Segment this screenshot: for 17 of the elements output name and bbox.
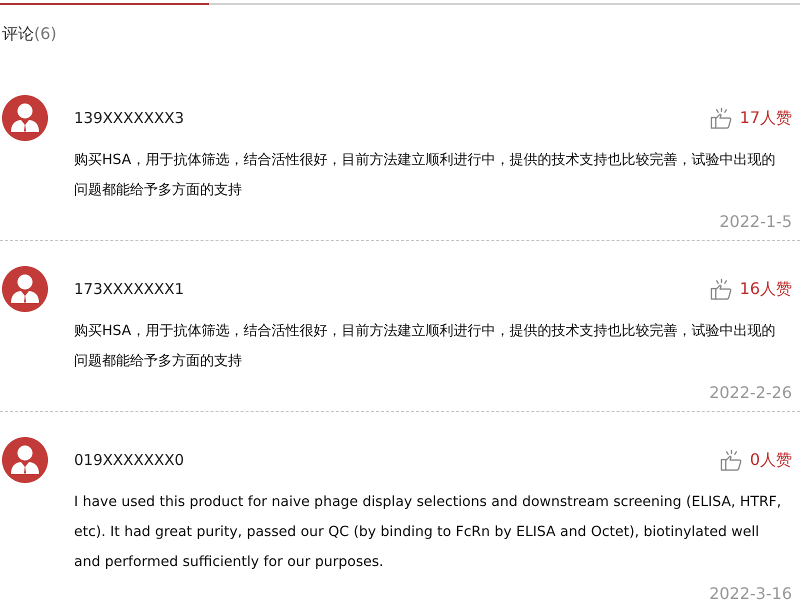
- comment-text: 购买HSA，用于抗体筛选，结合活性很好，目前方法建立顺利进行中，提供的技术支持也比较完善，试验中出现的问题都能给予多方面的支持: [74, 151, 776, 200]
- like-count: 17人赞: [740, 108, 792, 128]
- user-name: 139XXXXXXX3: [74, 109, 184, 127]
- thumbs-up-icon[interactable]: [710, 106, 733, 130]
- like-count: 0人赞: [750, 450, 792, 470]
- comments-title: 评论: [2, 24, 34, 44]
- thumbs-up-icon[interactable]: [710, 278, 733, 300]
- comment-date: 2022-1-5: [719, 212, 792, 232]
- comment-text: 购买HSA，用于抗体筛选，结合活性很好，目前方法建立顺利进行中，提供的技术支持也比较完善，试验中出现的问题都能给予多方面的支持: [74, 322, 776, 371]
- comment-date: 2022-3-16: [709, 584, 792, 604]
- user-name: 173XXXXXXX1: [74, 280, 184, 298]
- like-count: 16人赞: [740, 278, 792, 300]
- comments-count: (6): [34, 24, 57, 44]
- comment-date: 2022-2-26: [709, 383, 792, 403]
- user-name: 019XXXXXXX0: [74, 451, 184, 469]
- comment-text: I have used this product for naive phage display selections and downstream screening (ELISA, HTRF, etc). It had great purity, passed our QC (by binding to FcRn by ELISA and Octet), biotinylated well and performed sufficiently for our purposes.: [74, 493, 782, 572]
- thumbs-up-icon[interactable]: [720, 448, 743, 472]
